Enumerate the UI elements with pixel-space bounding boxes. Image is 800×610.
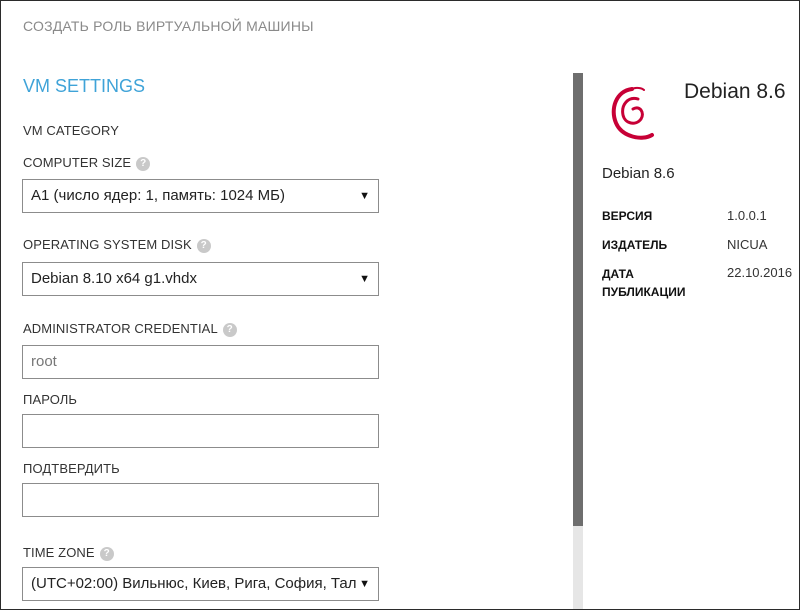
password-input[interactable] xyxy=(22,414,379,448)
admin-username-input[interactable]: root xyxy=(22,345,379,379)
time-zone-select[interactable]: (UTC+02:00) Вильнюс, Киев, Рига, София, … xyxy=(22,567,379,601)
publish-date-value: 22.10.2016 xyxy=(727,265,793,280)
dropdown-arrow-icon: ▼ xyxy=(359,578,370,590)
os-disk-label-row: OPERATING SYSTEM DISK? xyxy=(23,237,211,253)
publisher-label: ИЗДАТЕЛЬ xyxy=(602,238,668,252)
computer-size-label: COMPUTER SIZE xyxy=(23,155,132,170)
create-vm-role-dialog: СОЗДАТЬ РОЛЬ ВИРТУАЛЬНОЙ МАШИНЫ VM SETTI… xyxy=(0,0,800,610)
confirm-password-input[interactable] xyxy=(22,483,379,517)
help-icon[interactable]: ? xyxy=(99,547,114,561)
dialog-title: СОЗДАТЬ РОЛЬ ВИРТУАЛЬНОЙ МАШИНЫ xyxy=(23,18,314,34)
vm-category-label: VM CATEGORY xyxy=(23,123,119,138)
publish-date-label-line1: ДАТА xyxy=(602,267,634,281)
os-disk-label: OPERATING SYSTEM DISK xyxy=(23,237,192,252)
scrollbar-thumb[interactable] xyxy=(573,73,583,526)
computer-size-value: A1 (число ядер: 1, память: 1024 МБ) xyxy=(31,187,285,204)
version-value: 1.0.0.1 xyxy=(727,208,767,223)
time-zone-label-row: TIME ZONE? xyxy=(23,545,114,561)
dropdown-arrow-icon: ▼ xyxy=(359,273,370,285)
publish-date-label-line2: ПУБЛИКАЦИИ xyxy=(602,285,686,299)
debian-swirl-icon xyxy=(611,86,654,140)
help-icon[interactable]: ? xyxy=(196,239,211,253)
help-icon[interactable]: ? xyxy=(136,157,151,171)
help-icon[interactable]: ? xyxy=(222,323,237,337)
time-zone-value: (UTC+02:00) Вильнюс, Киев, Рига, София, … xyxy=(31,575,356,592)
computer-size-select[interactable]: A1 (число ядер: 1, память: 1024 МБ) ▼ xyxy=(22,179,379,213)
section-title: VM SETTINGS xyxy=(23,76,146,96)
os-disk-value: Debian 8.10 x64 g1.vhdx xyxy=(31,270,197,287)
image-subtitle: Debian 8.6 xyxy=(602,165,675,182)
os-disk-select[interactable]: Debian 8.10 x64 g1.vhdx ▼ xyxy=(22,262,379,296)
time-zone-label: TIME ZONE xyxy=(23,545,95,560)
admin-credential-label-row: ADMINISTRATOR CREDENTIAL? xyxy=(23,321,237,337)
confirm-password-label: ПОДТВЕРДИТЬ xyxy=(23,461,120,476)
image-title: Debian 8.6 xyxy=(684,80,786,103)
dropdown-arrow-icon: ▼ xyxy=(359,190,370,202)
computer-size-label-row: COMPUTER SIZE? xyxy=(23,155,151,171)
publisher-value: NICUA xyxy=(727,237,768,252)
password-label: ПАРОЛЬ xyxy=(23,392,78,407)
publish-date-label: ДАТА ПУБЛИКАЦИИ xyxy=(602,265,685,301)
admin-credential-label: ADMINISTRATOR CREDENTIAL xyxy=(23,321,218,336)
version-label: ВЕРСИЯ xyxy=(602,209,653,223)
